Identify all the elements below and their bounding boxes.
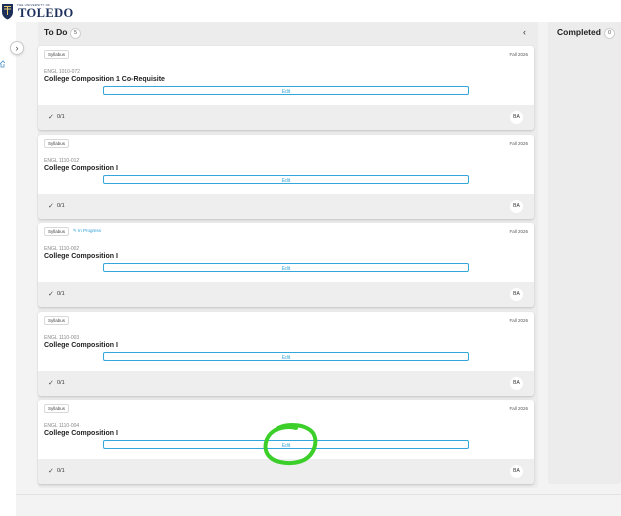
score-label: 0/1 bbox=[57, 114, 65, 120]
edit-button[interactable]: Edit bbox=[103, 86, 469, 95]
collapse-column-button[interactable]: ‹ bbox=[523, 27, 526, 37]
edit-button[interactable]: Edit bbox=[103, 440, 469, 449]
todo-column-title: To Do bbox=[44, 27, 68, 37]
edit-button[interactable]: Edit bbox=[103, 175, 469, 184]
check-icon: ✓ bbox=[48, 468, 54, 475]
course-title: College Composition I bbox=[44, 253, 118, 260]
course-code: ENGL 1010-072 bbox=[44, 69, 80, 75]
term-label: Fall 2026 bbox=[509, 141, 528, 146]
card-footer: ✓ 0/1 BA bbox=[38, 282, 534, 307]
term-label: Fall 2026 bbox=[509, 406, 528, 411]
course-title: College Composition I bbox=[44, 430, 118, 437]
avatar[interactable]: BA bbox=[510, 200, 523, 213]
chevron-right-icon: › bbox=[15, 43, 19, 53]
course-card[interactable]: Syllabus Fall 2026 ENGL 1110-012 College… bbox=[38, 135, 534, 219]
syllabus-tag: Syllabus bbox=[44, 227, 70, 236]
card-footer: ✓ 0/1 BA bbox=[38, 105, 534, 130]
syllabus-tag: Syllabus bbox=[44, 404, 70, 413]
course-code: ENGL 1110-002 bbox=[44, 246, 80, 252]
card-footer: ✓ 0/1 BA bbox=[38, 371, 534, 396]
course-code: ENGL 1110-012 bbox=[44, 158, 80, 164]
logo-small-text: THE UNIVERSITY OF bbox=[17, 3, 51, 7]
completed-column: Completed 0 bbox=[548, 22, 621, 484]
check-icon: ✓ bbox=[48, 114, 54, 121]
divider bbox=[16, 494, 621, 495]
todo-count-badge: 5 bbox=[70, 28, 81, 39]
course-title: College Composition 1 Co-Requisite bbox=[44, 76, 165, 83]
course-title: College Composition I bbox=[44, 342, 118, 349]
course-card[interactable]: Syllabus Fall 2026 ENGL 1110-004 College… bbox=[38, 400, 534, 484]
avatar[interactable]: BA bbox=[510, 288, 523, 301]
home-icon[interactable] bbox=[0, 60, 5, 68]
score-label: 0/1 bbox=[57, 203, 65, 209]
shield-icon bbox=[2, 3, 13, 19]
left-rail bbox=[0, 22, 16, 516]
syllabus-tag: Syllabus bbox=[44, 316, 70, 325]
university-logo[interactable]: THE UNIVERSITY OF TOLEDO bbox=[0, 1, 74, 21]
card-footer: ✓ 0/1 BA bbox=[38, 194, 534, 219]
syllabus-tag: Syllabus bbox=[44, 50, 70, 59]
edit-button[interactable]: Edit bbox=[103, 352, 469, 361]
edit-button[interactable]: Edit bbox=[103, 263, 469, 272]
todo-column: To Do 5 ‹ Syllabus Fall 2026 ENGL 1010-0… bbox=[38, 22, 538, 488]
score-label: 0/1 bbox=[57, 291, 65, 297]
expand-sidebar-button[interactable]: › bbox=[10, 41, 24, 55]
in-progress-status: ✎ In Progress bbox=[73, 228, 102, 233]
completed-count-badge: 0 bbox=[604, 28, 615, 39]
score-label: 0/1 bbox=[57, 468, 65, 474]
card-footer: ✓ 0/1 BA bbox=[38, 459, 534, 484]
term-label: Fall 2026 bbox=[509, 318, 528, 323]
check-icon: ✓ bbox=[48, 380, 54, 387]
score-label: 0/1 bbox=[57, 380, 65, 386]
check-icon: ✓ bbox=[48, 203, 54, 210]
avatar[interactable]: BA bbox=[510, 465, 523, 478]
course-card[interactable]: Syllabus Fall 2026 ENGL 1110-003 College… bbox=[38, 312, 534, 396]
check-icon: ✓ bbox=[48, 291, 54, 298]
completed-column-title: Completed bbox=[557, 27, 601, 37]
course-card[interactable]: Syllabus Fall 2026 ENGL 1010-072 College… bbox=[38, 46, 534, 130]
term-label: Fall 2026 bbox=[509, 229, 528, 234]
syllabus-tag: Syllabus bbox=[44, 139, 70, 148]
course-title: College Composition I bbox=[44, 165, 118, 172]
todo-column-header: To Do 5 ‹ bbox=[38, 22, 538, 44]
avatar[interactable]: BA bbox=[510, 377, 523, 390]
course-code: ENGL 1110-004 bbox=[44, 423, 80, 429]
term-label: Fall 2026 bbox=[509, 52, 528, 57]
logo-wordmark: TOLEDO bbox=[18, 5, 74, 20]
course-code: ENGL 1110-003 bbox=[44, 335, 80, 341]
chevron-left-icon: ‹ bbox=[523, 27, 526, 37]
avatar[interactable]: BA bbox=[510, 111, 523, 124]
course-card[interactable]: Syllabus ✎ In Progress Fall 2026 ENGL 11… bbox=[38, 223, 534, 307]
top-bar: THE UNIVERSITY OF TOLEDO bbox=[0, 0, 621, 22]
